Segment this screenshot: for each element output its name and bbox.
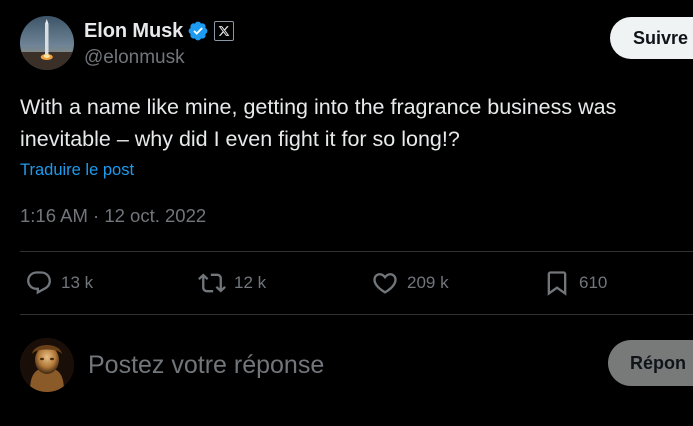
divider [20, 314, 693, 315]
repost-count: 12 k [234, 273, 267, 292]
author-display-name[interactable]: Elon Musk [84, 20, 183, 43]
reply-count: 13 k [61, 273, 94, 292]
statue-avatar-image [20, 338, 74, 392]
tweet-text: With a name like mine, getting into the … [20, 95, 617, 151]
repost-action[interactable]: 12 k [198, 252, 266, 314]
user-avatar[interactable] [20, 338, 74, 392]
rocket-launch-image [20, 16, 74, 70]
like-action[interactable]: 209 k [371, 252, 449, 314]
bookmark-count: 610 [579, 273, 608, 292]
bookmark-icon [547, 271, 567, 296]
reply-input[interactable] [86, 346, 590, 384]
translate-post-link[interactable]: Traduire le post [20, 161, 134, 180]
follow-button[interactable]: Suivre [610, 17, 693, 59]
heart-icon [373, 273, 397, 294]
author-names: Elon Musk @elonmusk [84, 18, 235, 69]
tweet-author-row: Elon Musk @elonmusk Suivre [20, 16, 693, 72]
repost-icon [198, 273, 226, 293]
bookmark-action[interactable]: 610 [543, 252, 607, 314]
verified-badge-icon[interactable] [187, 20, 209, 42]
author-handle[interactable]: @elonmusk [84, 47, 234, 69]
reply-button[interactable]: Répon [608, 340, 693, 386]
like-count: 209 k [407, 273, 449, 292]
x-logo-icon[interactable] [214, 21, 235, 41]
tweet-actions: 13 k 12 k 209 k 610 [20, 252, 693, 314]
tweet-timestamp[interactable]: 1:16 AM · 12 oct. 2022 [20, 205, 206, 227]
author-avatar[interactable] [20, 16, 74, 70]
reply-action[interactable]: 13 k [25, 252, 93, 314]
reply-icon [27, 271, 51, 295]
reply-composer: Répon [20, 338, 693, 392]
